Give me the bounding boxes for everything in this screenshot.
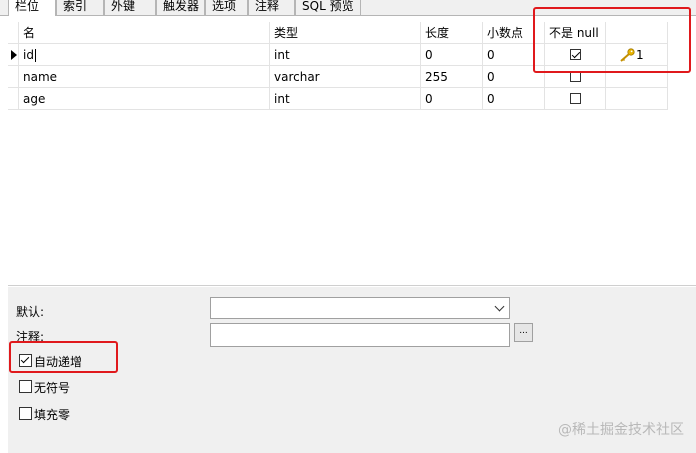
panel-divider[interactable] — [8, 285, 696, 286]
tab-triggers-label: 触发器 — [163, 0, 200, 13]
field-name-cell[interactable]: id — [19, 44, 270, 66]
field-type-cell[interactable]: int — [270, 88, 421, 110]
tab-options[interactable]: 选项 — [205, 0, 248, 15]
field-type-cell[interactable]: varchar — [270, 66, 421, 88]
default-label: 默认: — [16, 305, 45, 319]
watermark: @稀土掘金技术社区 — [558, 422, 684, 438]
row-indicator-header — [8, 22, 19, 44]
tab-sql-preview[interactable]: SQL 预览 — [295, 0, 361, 15]
tab-sql-preview-label: SQL 预览 — [302, 0, 354, 13]
field-not-null-cell[interactable] — [545, 88, 606, 110]
not-null-checkbox[interactable] — [570, 93, 581, 104]
row-indicator — [8, 88, 19, 110]
auto-increment-highlight-box — [9, 341, 118, 373]
comment-input[interactable] — [210, 323, 510, 347]
chevron-down-icon — [494, 301, 505, 312]
text-caret — [34, 49, 36, 62]
field-length-cell[interactable]: 0 — [421, 44, 483, 66]
zerofill-label[interactable]: 填充零 — [34, 406, 70, 423]
header-length[interactable]: 长度 — [421, 22, 483, 44]
tab-fields[interactable]: 栏位 — [8, 0, 56, 16]
tab-indexes[interactable]: 索引 — [56, 0, 104, 15]
default-value-select[interactable] — [210, 297, 510, 319]
field-name-text: id — [23, 48, 34, 62]
zerofill-checkbox[interactable] — [19, 407, 32, 420]
tab-comment-label: 注释 — [255, 0, 280, 13]
tab-options-label: 选项 — [212, 0, 237, 13]
field-length-cell[interactable]: 0 — [421, 88, 483, 110]
tab-foreign-keys[interactable]: 外键 — [104, 0, 156, 15]
row-indicator — [8, 44, 19, 66]
field-name-cell[interactable]: age — [19, 88, 270, 110]
current-row-arrow-icon — [11, 50, 17, 60]
tab-triggers[interactable]: 触发器 — [156, 0, 205, 15]
row-indicator — [8, 66, 19, 88]
field-key-cell[interactable] — [606, 88, 668, 110]
unsigned-checkbox[interactable] — [19, 380, 32, 393]
header-type[interactable]: 类型 — [270, 22, 421, 44]
field-decimals-cell[interactable]: 0 — [483, 88, 545, 110]
header-name[interactable]: 名 — [19, 22, 270, 44]
unsigned-label[interactable]: 无符号 — [34, 379, 70, 396]
tab-comment[interactable]: 注释 — [248, 0, 295, 15]
field-type-cell[interactable]: int — [270, 44, 421, 66]
field-length-cell[interactable]: 255 — [421, 66, 483, 88]
tab-fields-label: 栏位 — [15, 0, 40, 13]
not-null-highlight-box — [533, 7, 691, 73]
table-row[interactable]: age int 0 0 — [8, 88, 668, 110]
field-name-cell[interactable]: name — [19, 66, 270, 88]
tab-indexes-label: 索引 — [63, 0, 88, 13]
tab-foreign-keys-label: 外键 — [111, 0, 136, 13]
comment-ellipsis-button[interactable]: ... — [514, 323, 533, 342]
